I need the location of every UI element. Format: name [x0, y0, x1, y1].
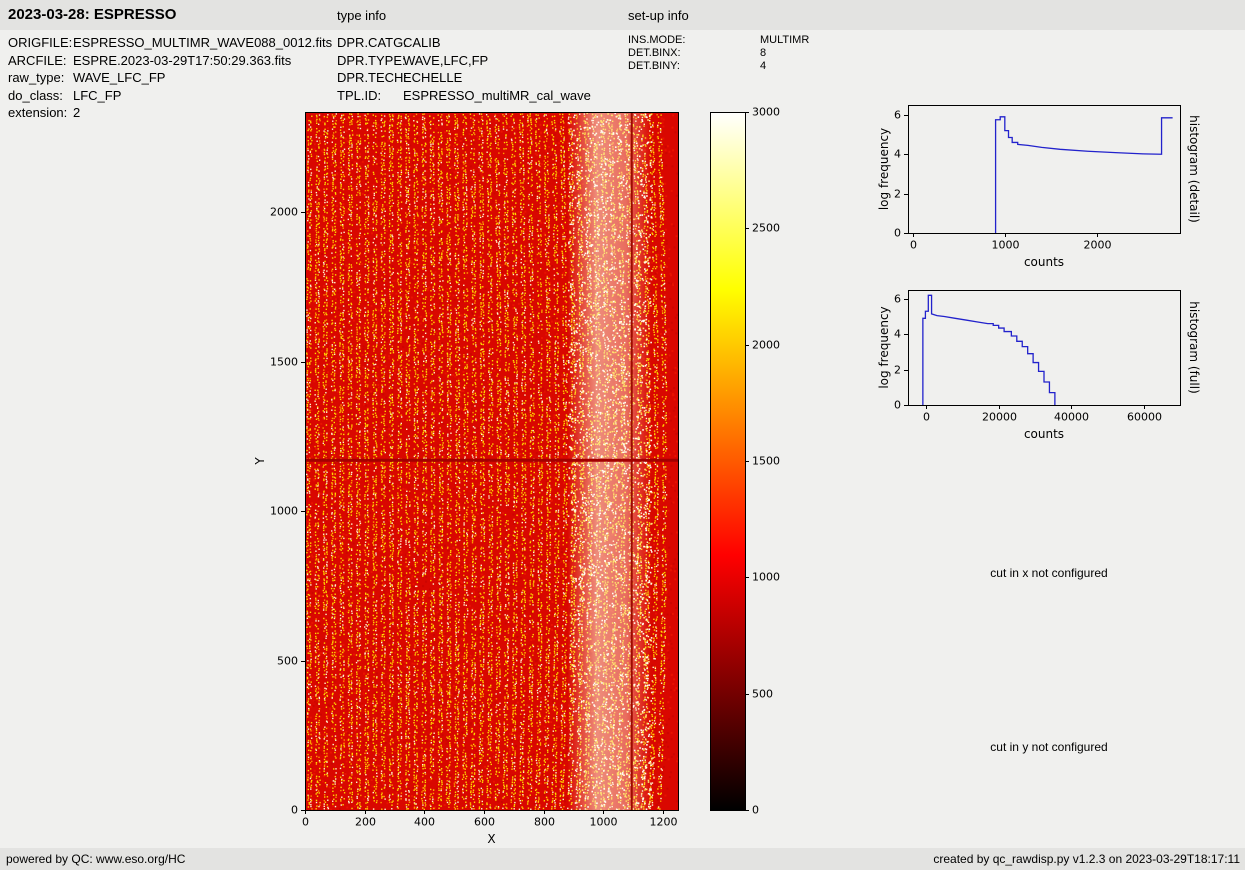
- info-value: 2: [73, 104, 80, 122]
- info-row: DPR.CATG: CALIB: [337, 34, 591, 52]
- info-label: raw_type:: [8, 69, 73, 87]
- info-value: ESPRESSO_MULTIMR_WAVE088_0012.fits: [73, 34, 332, 52]
- info-row: ARCFILE: ESPRE.2023-03-29T17:50:29.363.f…: [8, 52, 332, 70]
- setup-info-block: INS.MODE: MULTIMR DET.BINX: 8 DET.BINY: …: [628, 34, 809, 73]
- colorbar: [702, 100, 814, 840]
- info-label: ORIGFILE:: [8, 34, 73, 52]
- info-row: raw_type: WAVE_LFC_FP: [8, 69, 332, 87]
- type-info-block: DPR.CATG: CALIB DPR.TYPE: WAVE,LFC,FP DP…: [337, 34, 591, 104]
- info-value: 8: [760, 47, 766, 60]
- info-label: DPR.TYPE:: [337, 52, 403, 70]
- info-label: INS.MODE:: [628, 34, 760, 47]
- info-label: DET.BINY:: [628, 60, 760, 73]
- info-row: DET.BINY: 4: [628, 60, 809, 73]
- info-value: 4: [760, 60, 766, 73]
- info-label: DPR.CATG:: [337, 34, 403, 52]
- info-value: ESPRE.2023-03-29T17:50:29.363.fits: [73, 52, 291, 70]
- type-info-heading: type info: [337, 8, 386, 23]
- info-row: ORIGFILE: ESPRESSO_MULTIMR_WAVE088_0012.…: [8, 34, 332, 52]
- cut-x-message: cut in x not configured: [860, 566, 1238, 580]
- info-value: CALIB: [403, 34, 441, 52]
- histogram-full-plot: [860, 280, 1245, 465]
- info-label: DPR.TECH:: [337, 69, 403, 87]
- footer-bar: powered by QC: www.eso.org/HC created by…: [0, 848, 1245, 870]
- info-label: DET.BINX:: [628, 47, 760, 60]
- info-row: DPR.TYPE: WAVE,LFC,FP: [337, 52, 591, 70]
- info-row: DET.BINX: 8: [628, 47, 809, 60]
- setup-info-heading: set-up info: [628, 8, 689, 23]
- cut-y-message: cut in y not configured: [860, 740, 1238, 754]
- info-label: extension:: [8, 104, 73, 122]
- info-value: WAVE_LFC_FP: [73, 69, 165, 87]
- info-value: MULTIMR: [760, 34, 809, 47]
- info-label: do_class:: [8, 87, 73, 105]
- footer-right: created by qc_rawdisp.py v1.2.3 on 2023-…: [933, 848, 1240, 870]
- info-value: WAVE,LFC,FP: [403, 52, 488, 70]
- info-value: LFC_FP: [73, 87, 121, 105]
- raw-image-plot: [230, 100, 700, 855]
- info-row: INS.MODE: MULTIMR: [628, 34, 809, 47]
- info-row: DPR.TECH: ECHELLE: [337, 69, 591, 87]
- footer-left: powered by QC: www.eso.org/HC: [6, 848, 185, 870]
- header-bar: 2023-03-28: ESPRESSO type info set-up in…: [0, 0, 1245, 30]
- info-value: ECHELLE: [403, 69, 462, 87]
- qc-report-page: 2023-03-28: ESPRESSO type info set-up in…: [0, 0, 1245, 870]
- histogram-detail-plot: [860, 95, 1245, 280]
- info-label: ARCFILE:: [8, 52, 73, 70]
- page-title: 2023-03-28: ESPRESSO: [8, 6, 176, 23]
